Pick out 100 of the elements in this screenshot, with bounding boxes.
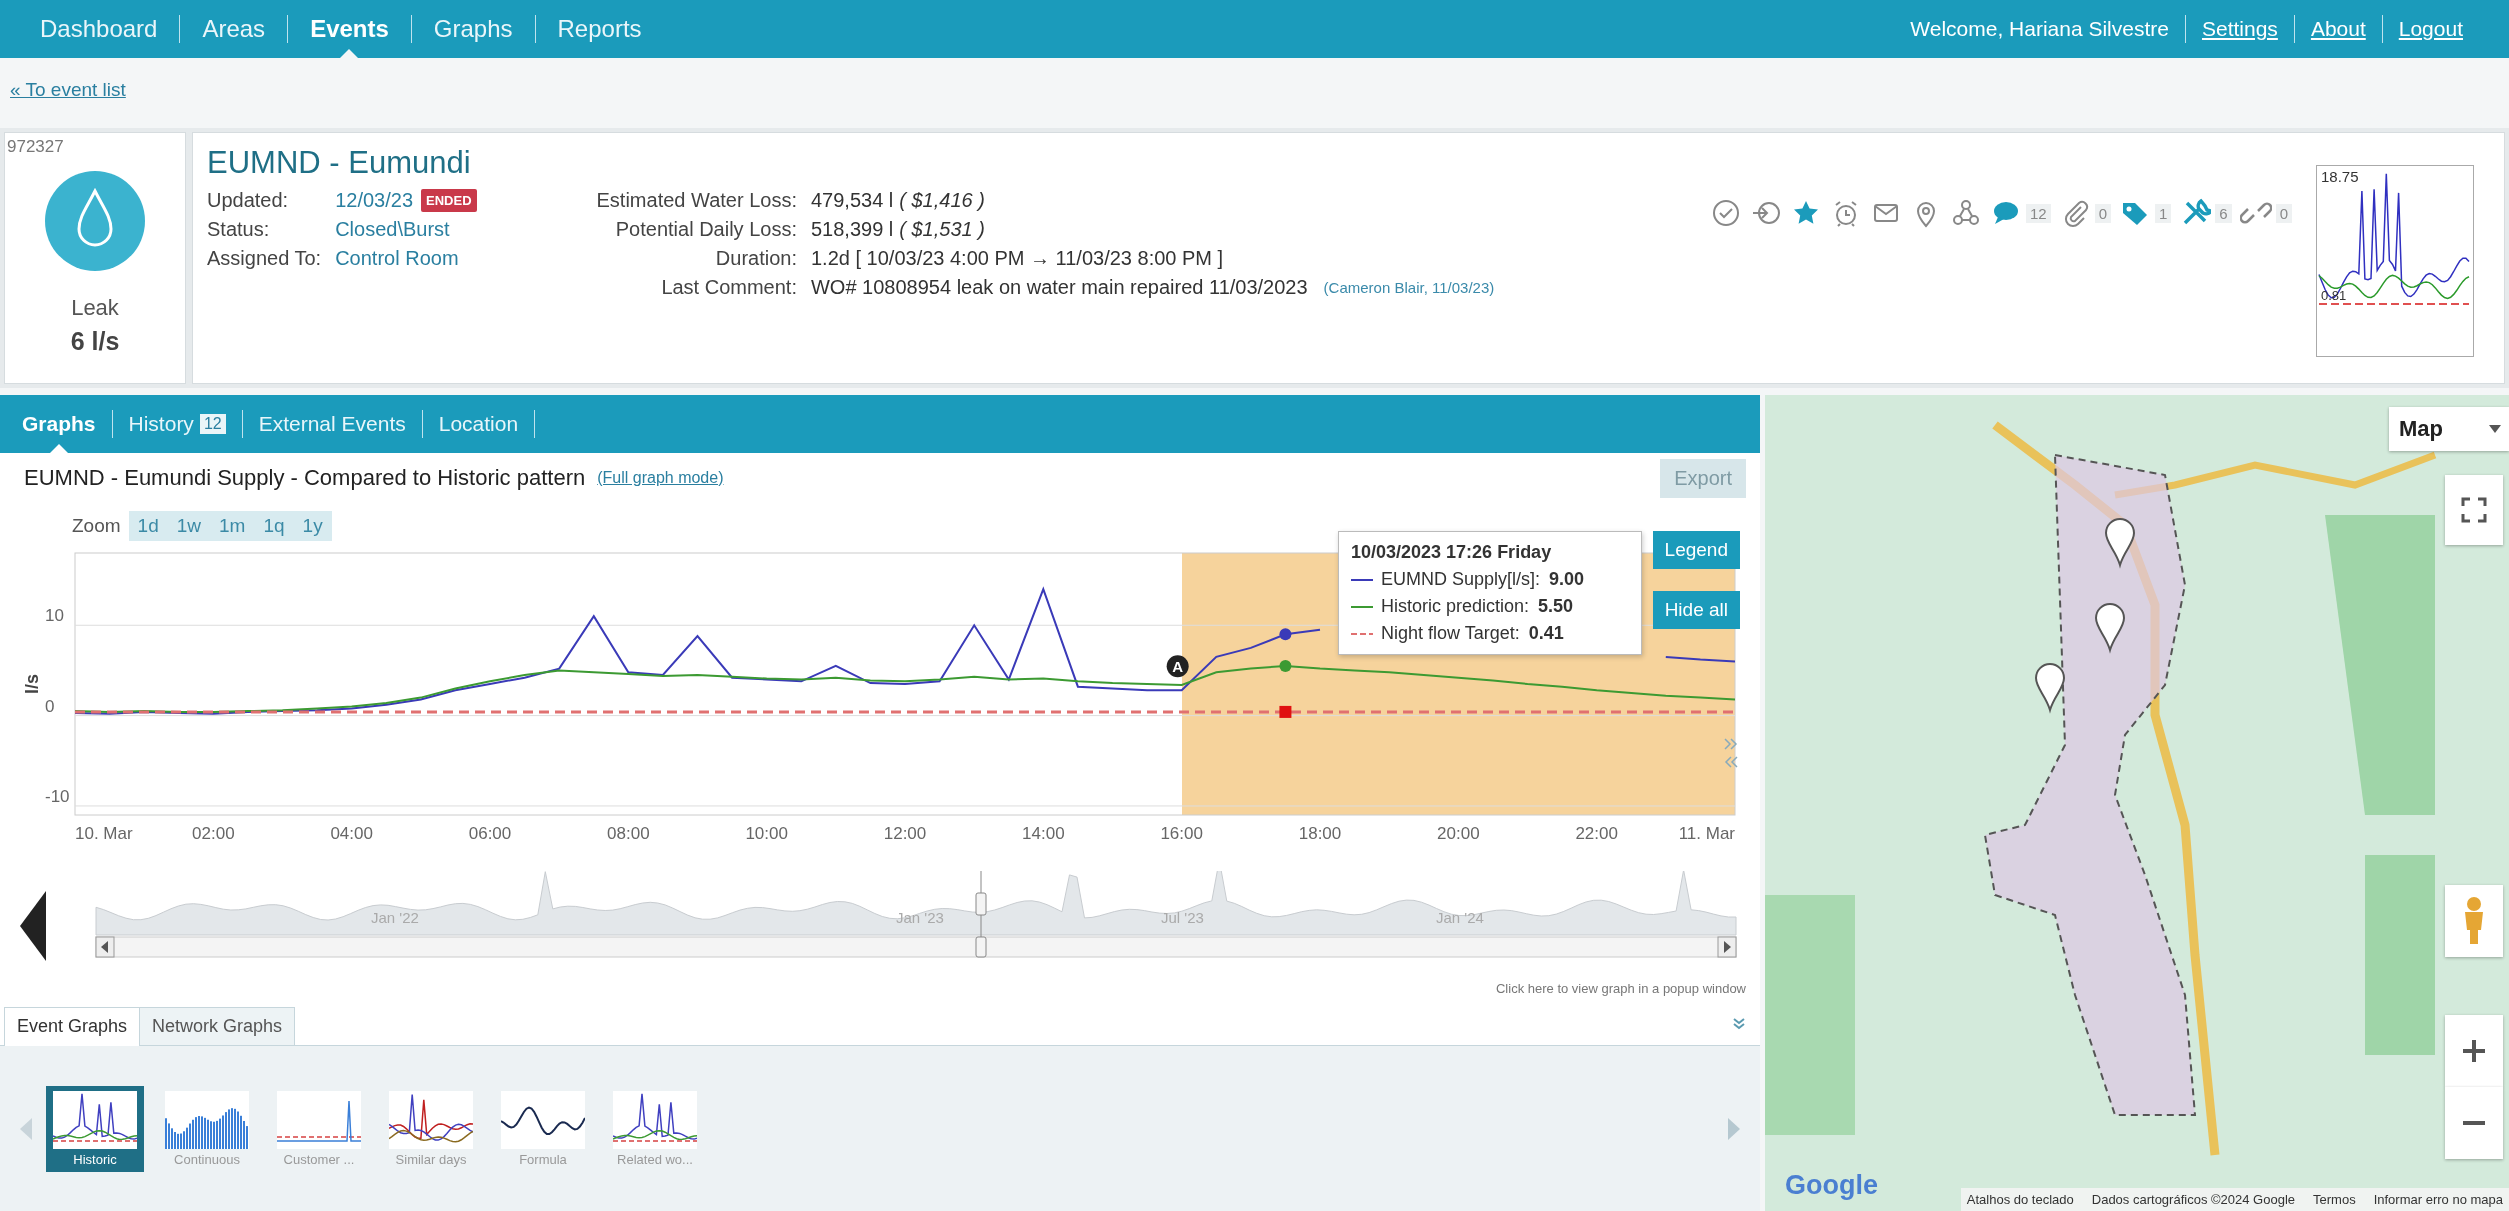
x-tick-label: 10:00 <box>745 824 788 843</box>
full-graph-link[interactable]: (Full graph mode) <box>597 469 724 487</box>
previous-triangle-icon[interactable] <box>20 891 46 961</box>
x-tick-label: 06:00 <box>468 824 512 843</box>
export-button[interactable]: Export <box>1660 458 1746 498</box>
mini-graph[interactable]: 18.75 0.81 <box>2316 165 2474 357</box>
map-attribution-link[interactable]: Termos <box>2313 1192 2356 1207</box>
comment-author: (Cameron Blair, 11/03/23) <box>1323 279 1495 296</box>
event-id: 972327 <box>6 136 64 157</box>
map-pin-icon[interactable] <box>2035 663 2065 711</box>
caret-icon <box>2489 425 2501 433</box>
timeline-label: Jan '22 <box>371 909 419 926</box>
count-badge: 0 <box>2094 203 2111 223</box>
annotation: A <box>1172 658 1184 676</box>
graph-thumbnail[interactable]: Customer ... <box>270 1085 368 1172</box>
zoom-option[interactable]: 1w <box>167 511 210 541</box>
graph-thumbnail[interactable]: Formula <box>494 1085 592 1172</box>
x-tick-label: 10. Mar <box>75 824 133 843</box>
map-attribution-link[interactable]: Dados cartográficos ©2024 Google <box>2091 1192 2296 1207</box>
y-tick-label: 0 <box>45 696 55 716</box>
zoom-option[interactable]: 1y <box>293 511 332 541</box>
map-logo: Google <box>1785 1170 1878 1201</box>
nav-link[interactable]: Settings <box>2186 17 2294 41</box>
nav-tab[interactable]: Areas <box>180 0 288 58</box>
field-label: Assigned To: <box>207 247 322 270</box>
event-title: EUMND - Eumundi <box>207 145 472 181</box>
welcome-text: Welcome, Hariana Silvestre <box>1909 17 2170 41</box>
panel-tab[interactable]: History 12 <box>112 395 242 453</box>
tooltip-row: Night flow Target: 0.41 <box>1381 623 1564 644</box>
plus-icon <box>2461 1038 2487 1064</box>
panel-tab[interactable]: Graphs <box>6 395 112 453</box>
hover-point <box>1279 628 1292 641</box>
map-pin-icon[interactable] <box>2105 518 2135 566</box>
x-tick-label: 18:00 <box>1298 824 1342 843</box>
timeline-label: Jul '23 <box>1161 909 1204 926</box>
count-badge: 6 <box>2215 203 2232 223</box>
y-axis-label: l/s <box>22 674 42 694</box>
map-attribution-link[interactable]: Informar erro no mapa <box>2373 1192 2503 1207</box>
zoom-label: Zoom <box>72 515 121 537</box>
zoom-option[interactable]: 1q <box>254 511 294 541</box>
legend-button[interactable]: Legend <box>1652 531 1740 569</box>
graph-title: EUMND - Eumundi Supply - Compared to Historic pattern <box>24 465 586 491</box>
nav-link[interactable]: Logout <box>2382 17 2479 41</box>
x-tick-label: 12:00 <box>883 824 927 843</box>
panel-tab[interactable]: External Events <box>242 395 422 453</box>
map-pin-icon[interactable] <box>2095 603 2125 651</box>
map-type-select[interactable]: Map <box>2389 407 2509 451</box>
field-value: 12/03/23 <box>335 189 413 212</box>
count-badge: 0 <box>2275 203 2292 223</box>
stat-label: Last Comment: <box>660 276 797 299</box>
nav-tab[interactable]: Dashboard <box>18 0 180 58</box>
graph-group-tab[interactable]: Event Graphs <box>4 1007 141 1046</box>
zoom-out-button[interactable] <box>2445 1087 2503 1159</box>
double-chevron-down-icon[interactable] <box>1732 1017 1746 1031</box>
legend-line-icon <box>1351 577 1373 582</box>
field-label: Status: <box>207 218 271 241</box>
x-tick-label: 14:00 <box>1022 824 1065 843</box>
stat-label: Potential Daily Loss: <box>614 218 797 241</box>
graph-thumbnail[interactable]: Related wo... <box>606 1085 704 1172</box>
street-view-button[interactable] <box>2445 885 2503 957</box>
person-icon <box>2462 896 2486 946</box>
zoom-in-button[interactable] <box>2445 1015 2503 1087</box>
y-tick-label: -10 <box>45 786 70 806</box>
timeline-label: Jan '23 <box>896 909 944 926</box>
stat-label: Estimated Water Loss: <box>596 189 797 212</box>
count-badge: 12 <box>2025 203 2051 223</box>
field-value: Control Room <box>335 247 459 270</box>
popup-hint[interactable]: Click here to view graph in a popup window <box>1495 981 1746 996</box>
fullscreen-button[interactable] <box>2445 475 2503 545</box>
stat-value: 1.2d [ 10/03/23 4:00 PM → 11/03/23 8:00 PM ] <box>811 247 1224 270</box>
x-tick-label: 11. Mar <box>1678 824 1735 843</box>
graph-group-tab[interactable]: Network Graphs <box>139 1007 296 1045</box>
count-badge: 1 <box>2154 203 2172 223</box>
x-tick-label: 20:00 <box>1437 824 1480 843</box>
tooltip-title: 10/03/2023 17:26 Friday <box>1351 542 1553 563</box>
map-attribution-link[interactable]: Atalhos do teclado <box>1966 1192 2074 1207</box>
nav-tab[interactable]: Events <box>288 0 411 58</box>
panel-tab[interactable]: Location <box>422 395 535 453</box>
x-tick-label: 04:00 <box>330 824 373 843</box>
status-badge: ENDED <box>421 189 477 212</box>
hide-all-button[interactable]: Hide all <box>1652 591 1740 629</box>
graph-thumbnail[interactable]: Historic <box>46 1085 144 1172</box>
field-label: Updated: <box>207 189 290 212</box>
stat-value: WO# 10808954 leak on water main repaired 11/03/2023 <box>811 276 1308 299</box>
nav-link[interactable]: About <box>2294 17 2382 41</box>
field-value: Closed\Burst <box>335 218 450 241</box>
timeline-label: Jan '24 <box>1436 909 1484 926</box>
stat-value: 518,399 l ( $1,531 ) <box>811 218 985 241</box>
graph-thumbnail[interactable]: Similar days <box>382 1085 480 1172</box>
nav-tab[interactable]: Reports <box>535 0 664 58</box>
stat-label: Duration: <box>714 247 797 270</box>
x-tick-label: 22:00 <box>1575 824 1618 843</box>
x-tick-label: 16:00 <box>1160 824 1203 843</box>
zoom-option[interactable]: 1m <box>210 511 255 541</box>
graph-thumbnail[interactable]: Continuous <box>158 1085 256 1172</box>
back-link[interactable]: « To event list <box>0 58 126 128</box>
water-drop-icon <box>45 171 145 271</box>
zoom-option[interactable]: 1d <box>128 511 168 541</box>
nav-tab[interactable]: Graphs <box>411 0 535 58</box>
hover-point <box>1279 659 1292 672</box>
